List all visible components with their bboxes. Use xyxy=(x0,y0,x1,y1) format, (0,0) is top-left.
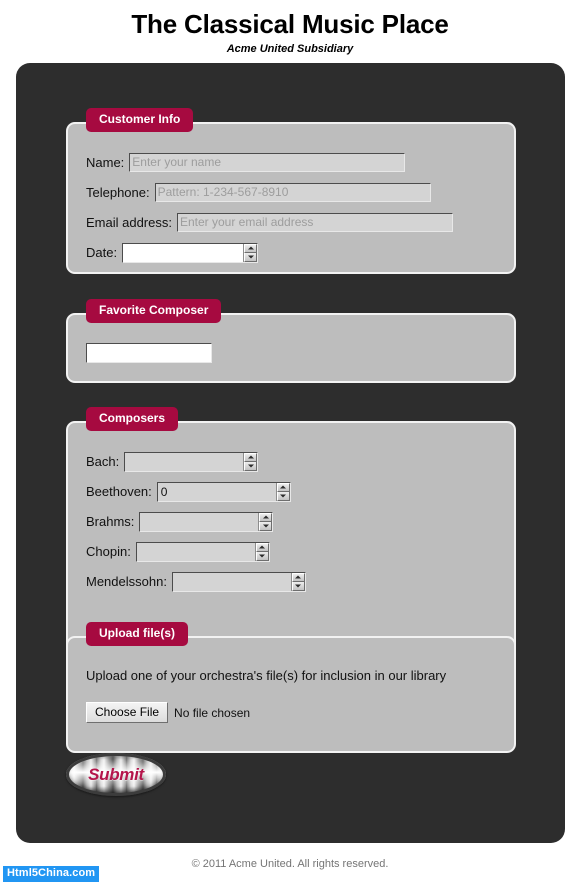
row-telephone: Telephone: xyxy=(86,182,514,203)
date-spinner[interactable] xyxy=(243,243,258,262)
spinner-down-icon[interactable] xyxy=(255,551,269,561)
chopin-spinner[interactable] xyxy=(254,542,269,561)
row-brahms: Brahms: xyxy=(86,511,514,532)
form-panel: Customer Info Name: Telephone: Email add… xyxy=(16,63,565,843)
spinner-down-icon[interactable] xyxy=(259,521,273,531)
label-name: Name: xyxy=(86,155,125,170)
row-beethoven: Beethoven: 0 xyxy=(86,481,514,502)
brahms-number-input[interactable] xyxy=(139,511,274,532)
favorite-composer-input[interactable] xyxy=(86,343,212,363)
date-input[interactable] xyxy=(122,242,259,263)
page-header: The Classical Music Place Acme United Su… xyxy=(0,0,580,56)
row-mendelssohn: Mendelssohn: xyxy=(86,571,514,592)
label-chopin: Chopin: xyxy=(86,544,131,559)
spinner-up-icon[interactable] xyxy=(291,572,305,582)
row-email: Email address: xyxy=(86,212,514,233)
label-bach: Bach: xyxy=(86,454,120,469)
file-status-text: No file chosen xyxy=(174,705,251,720)
spinner-up-icon[interactable] xyxy=(259,512,273,522)
beethoven-spinner[interactable] xyxy=(275,482,290,501)
page-title: The Classical Music Place xyxy=(131,9,449,39)
customer-info-body: Name: Telephone: Email address: Date: xyxy=(68,124,514,263)
bach-spinner[interactable] xyxy=(243,452,258,471)
spinner-up-icon[interactable] xyxy=(244,243,258,253)
mendelssohn-number-value xyxy=(173,573,291,591)
spinner-down-icon[interactable] xyxy=(244,461,258,471)
page-subtitle: Acme United Subsidiary xyxy=(226,43,354,55)
label-mendelssohn: Mendelssohn: xyxy=(86,574,167,589)
bach-number-input[interactable] xyxy=(124,451,259,472)
name-input[interactable] xyxy=(129,153,406,172)
fieldset-favorite-composer: Favorite Composer xyxy=(66,299,516,383)
file-input-row: Choose File No file chosen xyxy=(86,702,514,723)
date-input-value xyxy=(123,244,243,262)
brahms-number-value xyxy=(140,513,258,531)
upload-description: Upload one of your orchestra's file(s) f… xyxy=(86,668,447,683)
spinner-down-icon[interactable] xyxy=(276,491,290,501)
label-beethoven: Beethoven: xyxy=(86,484,152,499)
spinner-down-icon[interactable] xyxy=(291,581,305,591)
bach-number-value xyxy=(125,453,243,471)
telephone-input[interactable] xyxy=(154,183,431,202)
label-email-address: Email address: xyxy=(86,215,172,230)
spinner-up-icon[interactable] xyxy=(255,542,269,552)
legend-customer-info: Customer Info xyxy=(86,108,194,132)
chopin-number-input[interactable] xyxy=(135,541,270,562)
beethoven-number-value: 0 xyxy=(160,484,168,499)
legend-favorite-composer: Favorite Composer xyxy=(86,299,222,323)
submit-button-label: Submit xyxy=(88,764,144,784)
mendelssohn-number-input[interactable] xyxy=(171,571,306,592)
choose-file-button[interactable]: Choose File xyxy=(86,702,169,723)
spinner-up-icon[interactable] xyxy=(276,482,290,492)
row-name: Name: xyxy=(86,152,514,173)
legend-composers: Composers xyxy=(86,407,179,431)
label-date: Date: xyxy=(86,245,118,260)
chopin-number-value xyxy=(137,543,255,561)
watermark-badge: Html5China.com xyxy=(3,866,100,882)
brahms-spinner[interactable] xyxy=(258,512,273,531)
fieldset-customer-info: Customer Info Name: Telephone: Email add… xyxy=(66,108,516,274)
legend-upload-files: Upload file(s) xyxy=(86,622,189,646)
row-chopin: Chopin: xyxy=(86,541,514,562)
composers-body: Bach: Beethoven: 0 Brahms: Chopin: Mende… xyxy=(68,423,514,592)
upload-body: Upload one of your orchestra's file(s) f… xyxy=(68,638,514,723)
spinner-up-icon[interactable] xyxy=(244,452,258,462)
spinner-down-icon[interactable] xyxy=(244,252,258,262)
mendelssohn-spinner[interactable] xyxy=(290,572,305,591)
submit-button[interactable]: Submit xyxy=(66,753,166,796)
row-date: Date: xyxy=(86,242,514,263)
row-bach: Bach: xyxy=(86,451,514,472)
fieldset-upload-files: Upload file(s) Upload one of your orches… xyxy=(66,622,516,753)
label-telephone: Telephone: xyxy=(86,185,150,200)
email-input[interactable] xyxy=(176,213,453,232)
label-brahms: Brahms: xyxy=(86,514,135,529)
beethoven-number-input[interactable]: 0 xyxy=(156,481,291,502)
